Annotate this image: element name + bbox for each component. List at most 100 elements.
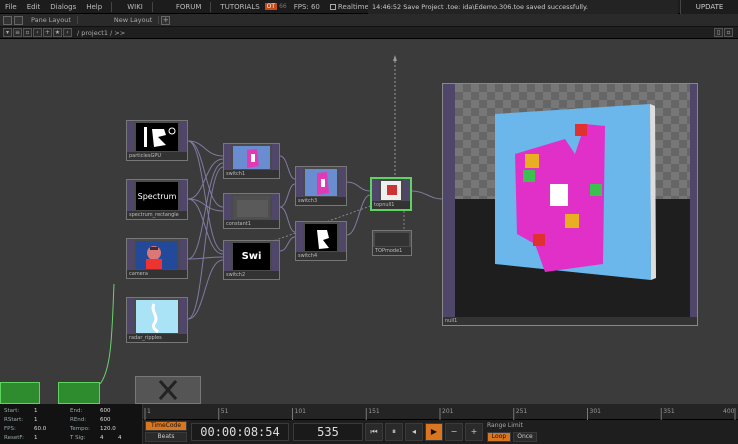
viewer-output-strip [690, 84, 697, 325]
node-partial-green-2[interactable] [58, 382, 100, 404]
menu-file[interactable]: File [0, 3, 22, 11]
link-wiki[interactable]: WIKI [122, 3, 148, 11]
tsig-label: T Sig: [70, 435, 86, 441]
reset-value[interactable]: 1 [34, 435, 38, 441]
node-switch3[interactable]: switch3 [295, 166, 347, 206]
beats-mode-button[interactable]: Beats [145, 432, 187, 442]
menu-separator [111, 1, 113, 12]
frame-display[interactable]: 535 [293, 423, 363, 441]
viewer-node[interactable]: null1 [442, 83, 698, 326]
tsig-b-value[interactable]: 4 [118, 435, 122, 441]
ruler-label: 201 [442, 408, 454, 415]
link-tutorials[interactable]: TUTORIALS [215, 3, 264, 11]
node-switch2[interactable]: Swi switch2 [223, 240, 280, 280]
up-icon[interactable]: ‹ [63, 28, 72, 37]
add-layout-icon[interactable]: + [161, 15, 171, 25]
node-partial-x[interactable] [135, 376, 201, 404]
tempo-label: Tempo: [70, 426, 90, 432]
node-switch4[interactable]: switch4 [295, 221, 347, 261]
pane-layout-label[interactable]: Pane Layout [25, 16, 78, 24]
ruler-label: 400 [723, 408, 735, 415]
node-particles[interactable]: particlesGPU [126, 120, 188, 161]
timecode-display[interactable]: 00:00:08:54 [191, 423, 289, 441]
link-forum[interactable]: FORUM [171, 3, 207, 11]
plus-icon[interactable]: + [465, 423, 483, 441]
skip-start-icon[interactable]: ⏮ [365, 423, 383, 441]
flag-icon[interactable]: ▫ [23, 28, 32, 37]
transport-bar: TimeCode Beats 00:00:08:54 535 ⏮ ⏸ ◂ ▶ −… [143, 420, 738, 444]
rstart-label: RStart: [4, 417, 24, 423]
menu-help[interactable]: Help [81, 3, 107, 11]
star-icon[interactable]: ★ [53, 28, 62, 37]
ruler-label: 251 [516, 408, 528, 415]
node-thumbnail [305, 224, 337, 251]
ruler-label: 51 [221, 408, 229, 415]
add-icon[interactable]: + [43, 28, 52, 37]
perform-badge-off[interactable]: 66 [277, 3, 289, 10]
node-constant[interactable]: constant1 [223, 193, 280, 229]
close-pane-icon[interactable]: ▫ [724, 28, 733, 37]
node-label: constant1 [224, 220, 279, 228]
node-topnull[interactable]: topnull1 [370, 177, 412, 211]
node-label: particlesGPU [127, 152, 187, 160]
close-icon [158, 380, 178, 400]
tsig-a-value[interactable]: 4 [100, 435, 104, 441]
tempo-value[interactable]: 120.0 [100, 426, 116, 432]
range-limit-label: Range Limit [487, 422, 523, 429]
play-icon[interactable]: ▶ [425, 423, 443, 441]
ruler-label: 351 [663, 408, 675, 415]
back-icon[interactable]: ‹ [33, 28, 42, 37]
fps-readout: FPS: 60 [293, 2, 320, 11]
rend-value[interactable]: 600 [100, 417, 111, 423]
update-button[interactable]: UPDATE [680, 0, 738, 14]
rend-label: REnd: [70, 417, 87, 423]
step-back-icon[interactable]: ◂ [405, 423, 423, 441]
end-value[interactable]: 600 [100, 408, 111, 414]
fps-value[interactable]: 60.0 [34, 426, 46, 432]
node-label: radar_ripples [127, 334, 187, 342]
node-label: TOPmode1 [373, 247, 411, 255]
timeline-ruler[interactable]: 1 51 101 151 201 251 301 351 400 [143, 404, 738, 420]
node-tlmode[interactable]: TOPmode1 [372, 230, 412, 256]
minus-icon[interactable]: − [445, 423, 463, 441]
rstart-value[interactable]: 1 [34, 417, 38, 423]
node-switch1[interactable]: switch1 [223, 143, 280, 179]
menu-edit[interactable]: Edit [22, 3, 46, 11]
node-label: switch1 [224, 170, 279, 178]
menu-dialogs[interactable]: Dialogs [45, 3, 81, 11]
network-editor[interactable]: particlesGPU Spectrum spectrum_rectangle… [0, 39, 738, 404]
ruler-label: 301 [590, 408, 602, 415]
pane-split-icon[interactable] [3, 15, 12, 25]
viewer-label: null1 [443, 317, 697, 325]
node-partial-green-1[interactable] [0, 382, 40, 404]
pane-split-icon[interactable]: ▯ [714, 28, 723, 37]
new-layout-label[interactable]: New Layout [108, 16, 160, 24]
node-radar[interactable]: radar_ripples [126, 297, 188, 343]
pause-icon[interactable]: ⏸ [385, 423, 403, 441]
node-camera[interactable]: camera [126, 238, 188, 279]
timeline-panel: Start: 1 End: 600 RStart: 1 REnd: 600 FP… [0, 404, 738, 444]
checkbox-icon [329, 3, 336, 10]
home-icon[interactable]: ▾ [3, 28, 12, 37]
start-value[interactable]: 1 [34, 408, 38, 414]
start-label: Start: [4, 408, 20, 414]
node-thumbnail [381, 181, 401, 200]
pane-view-icon[interactable] [14, 15, 23, 25]
perform-badge[interactable]: OT [264, 3, 278, 10]
end-label: End: [70, 408, 83, 414]
node-label: switch3 [296, 197, 346, 205]
ruler-label: 1 [147, 408, 151, 415]
ruler-label: 151 [368, 408, 380, 415]
loop-button[interactable]: Loop [487, 432, 511, 442]
pane-bar: Pane Layout New Layout + [0, 14, 738, 27]
node-label: spectrum_rectangle [127, 211, 187, 219]
node-spectrum[interactable]: Spectrum spectrum_rectangle [126, 179, 188, 220]
breadcrumb[interactable]: / project1 / >> [77, 29, 125, 37]
viewer-input-strip [443, 84, 455, 325]
time-stats: Start: 1 End: 600 RStart: 1 REnd: 600 FP… [0, 404, 143, 444]
list-icon[interactable]: ≡ [13, 28, 22, 37]
realtime-toggle[interactable]: Realtime [325, 3, 374, 11]
timecode-mode-button[interactable]: TimeCode [145, 421, 187, 431]
node-thumbnail [136, 241, 178, 269]
once-button[interactable]: Once [513, 432, 537, 442]
